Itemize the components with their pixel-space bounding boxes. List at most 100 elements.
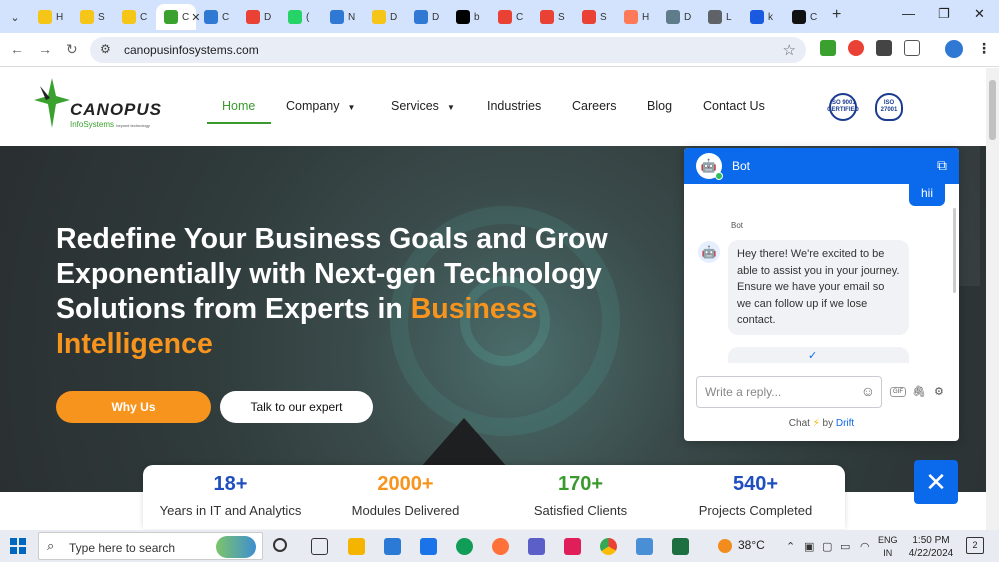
tab-title: C [182,11,190,23]
cortana-icon[interactable] [273,538,287,552]
logo-name[interactable]: CANOPUS [70,100,162,120]
browser-tab[interactable]: D [238,4,280,30]
pokeball-extension-icon[interactable] [848,40,864,56]
firefox-icon[interactable] [492,538,509,555]
nav-home-label: Home [222,99,256,113]
browser-tab[interactable]: D [658,4,700,30]
notes-icon[interactable] [636,538,653,555]
logo-subtitle: InfoSystems beyond technology [70,120,150,129]
tab-title: S [98,11,105,23]
nav-careers[interactable]: Careers [572,99,616,113]
language-indicator[interactable]: ENG IN [878,534,898,560]
nav-careers-label: Careers [572,99,617,113]
globe-icon [708,10,722,24]
profile-avatar[interactable] [945,40,963,58]
close-window-button[interactable]: ✕ [974,6,985,22]
wifi-icon[interactable]: ◠ [860,540,870,553]
browser-tab[interactable]: C [490,4,532,30]
edge-icon[interactable] [456,538,473,555]
m-extension-icon[interactable] [876,40,892,56]
browser-tab[interactable]: D [406,4,448,30]
extension-icon[interactable] [820,40,836,56]
slack-icon[interactable] [564,538,581,555]
new-tab-button[interactable]: + [832,6,841,24]
bookmark-star-icon[interactable]: ☆ [783,41,796,59]
canopus-logo-icon[interactable] [34,78,70,128]
address-bar[interactable]: ⚙ canopusinfosystems.com ☆ [90,37,806,63]
nav-services[interactable]: Services ▼ [391,99,455,113]
back-arrow-icon[interactable]: ← [10,41,24,57]
excel-icon[interactable] [672,538,689,555]
browser-tab[interactable]: ( [280,4,322,30]
browser-tab[interactable]: C [114,4,156,30]
clock[interactable]: 1:50 PM 4/22/2024 [906,534,956,560]
why-us-button[interactable]: Why Us [56,391,211,423]
attachment-icon[interactable]: 🖇 [912,386,926,398]
stat-modules: 2000+ Modules Delivered [318,473,493,518]
iso-27001-badge: ISO 27001 [875,93,903,121]
notification-center-icon[interactable]: 2 [966,537,984,554]
powered-by-drift[interactable]: Chat ⚡ by Drift [684,418,959,429]
browser-tab[interactable]: H [30,4,72,30]
browser-menu-icon[interactable]: ⋮ [976,40,992,56]
chrome-icon[interactable] [600,538,617,555]
store-icon[interactable] [384,538,401,555]
browser-tab[interactable]: S [574,4,616,30]
chevron-up-icon[interactable]: ⌃ [786,540,795,553]
weather-widget[interactable]: 38°C [718,538,765,553]
browser-tab[interactable]: C [784,4,826,30]
browser-tab[interactable]: b [448,4,490,30]
popout-icon[interactable]: ⧉ [937,157,947,174]
battery-icon[interactable]: ▭ [840,540,850,553]
browser-tab[interactable]: L [700,4,742,30]
stat-label: Projects Completed [698,503,813,518]
puzzle-extensions-icon[interactable] [904,40,920,56]
tab-title: C [140,11,148,23]
windows-start-icon[interactable] [10,538,26,554]
settings-gear-icon[interactable]: ⚙ [934,386,944,398]
browser-tab[interactable]: D [364,4,406,30]
tray-app-icon[interactable]: ▣ [804,540,814,553]
talk-to-expert-button[interactable]: Talk to our expert [220,391,373,423]
reply-input[interactable]: Write a reply... ☺ [696,376,882,408]
browser-tab[interactable]: H [616,4,658,30]
site-info-icon[interactable]: ⚙ [100,42,111,56]
chat-title: Bot [732,159,751,173]
tab-title: C [222,11,230,23]
reload-icon[interactable]: ↻ [66,41,78,58]
gif-button[interactable]: GIF [890,387,906,398]
nav-industries-label: Industries [487,99,542,113]
emoji-icon[interactable]: ☺ [861,383,875,399]
browser-tab[interactable]: S [72,4,114,30]
tab-title: D [264,11,272,23]
restore-button[interactable]: ❐ [938,6,950,22]
nav-blog[interactable]: Blog [647,99,672,113]
browser-tab[interactable]: C ✕ [156,4,200,30]
browser-tab[interactable]: C [196,4,238,30]
stat-label: Years in IT and Analytics [159,503,302,518]
taskbar-search-box[interactable]: ⌕ Type here to search [38,532,263,560]
nav-home[interactable]: Home [222,99,255,113]
browser-tab[interactable]: S [532,4,574,30]
close-chat-button[interactable]: ✕ [914,460,958,504]
nav-industries[interactable]: Industries [487,99,541,113]
url-text[interactable]: canopusinfosystems.com [124,43,259,57]
tab-title: D [432,11,440,23]
browser-tab[interactable]: N [322,4,364,30]
task-view-icon[interactable] [311,538,328,555]
nav-contact-us[interactable]: Contact Us [703,99,765,113]
teams-icon[interactable] [528,538,545,555]
page-scrollbar[interactable] [986,68,999,530]
scrollbar-thumb[interactable] [989,80,996,140]
minimize-button[interactable]: — [902,6,915,21]
tab-search-chevron-icon[interactable]: ⌄ [4,6,26,28]
browser-tab[interactable]: k [742,4,784,30]
mail-icon[interactable] [420,538,437,555]
nav-company[interactable]: Company ▼ [286,99,355,113]
whatsapp-icon [288,10,302,24]
file-explorer-icon[interactable] [348,538,365,555]
tray-app-icon[interactable]: ▢ [822,540,832,553]
hero-background-triangle [420,418,508,468]
forward-arrow-icon[interactable]: → [38,41,52,57]
chat-scrollbar[interactable] [953,208,956,293]
